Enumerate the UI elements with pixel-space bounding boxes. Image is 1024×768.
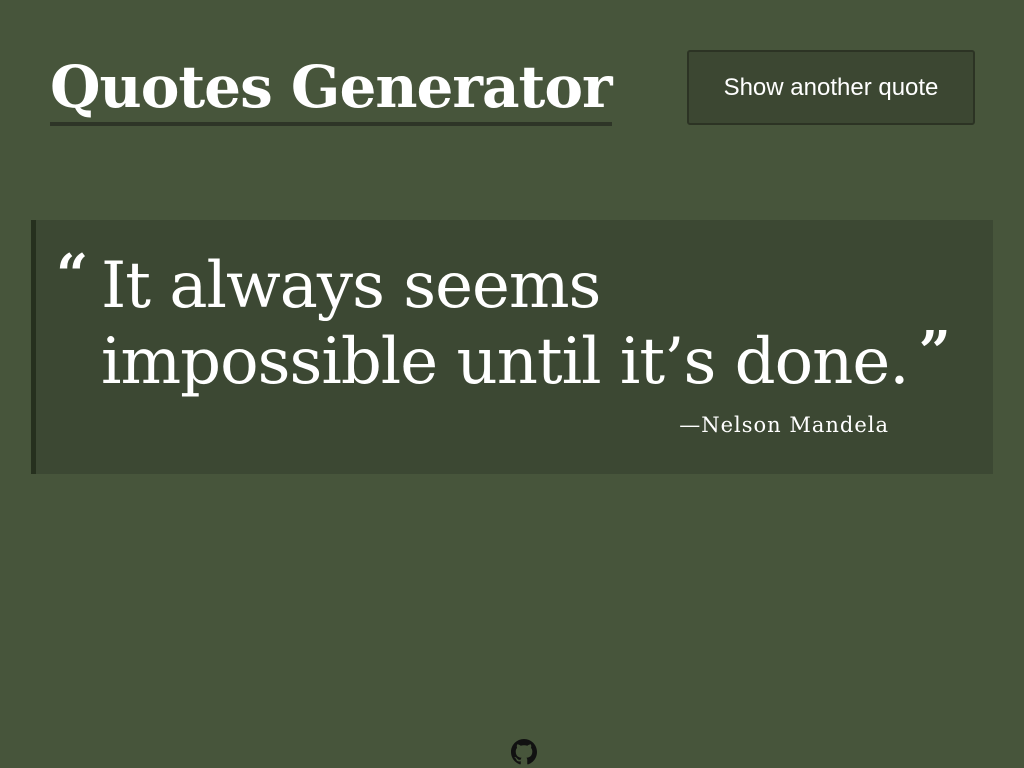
quote-text: It always seems impossible until it’s do… (101, 249, 910, 399)
github-icon (511, 739, 537, 765)
open-quote-mark: “ (56, 242, 89, 308)
quote-card: “ It always seems impossible until it’s … (31, 220, 993, 474)
page-header: Quotes Generator Show another quote (50, 40, 975, 140)
quote-text-container: It always seems impossible until it’s do… (101, 248, 951, 400)
page-title: Quotes Generator (50, 52, 613, 126)
show-another-quote-button[interactable]: Show another quote (687, 50, 975, 125)
close-quote-mark: ” (918, 319, 951, 385)
github-link[interactable] (511, 739, 537, 765)
quote-author: —Nelson Mandela (679, 413, 889, 437)
